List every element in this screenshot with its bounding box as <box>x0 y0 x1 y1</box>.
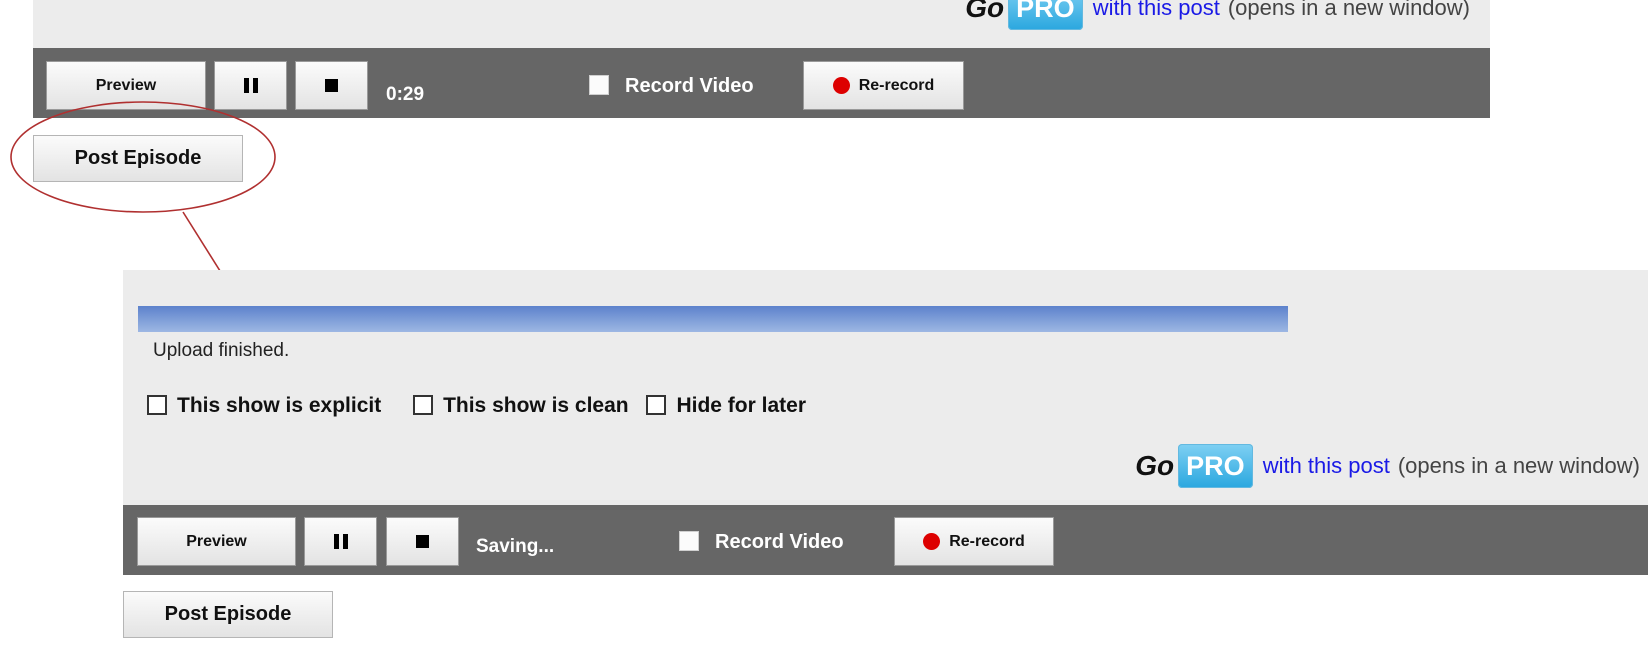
go-logo-text: Go <box>965 0 1005 23</box>
pause-icon <box>333 534 348 549</box>
preview-button[interactable]: Preview <box>46 61 206 110</box>
record-video-label: Record Video <box>625 75 754 97</box>
rerecord-button[interactable]: Re-record <box>894 517 1054 566</box>
gopro-link[interactable]: with this post <box>1093 0 1220 21</box>
option-label: Hide for later <box>676 394 806 417</box>
checkbox-icon[interactable] <box>646 395 667 415</box>
upload-progress-fill <box>138 306 1288 332</box>
upload-status: Upload finished. <box>153 340 290 361</box>
gopro-link[interactable]: with this post <box>1263 453 1390 479</box>
post-episode-button[interactable]: Post Episode <box>123 591 333 638</box>
option-label: This show is clean <box>443 394 629 417</box>
option-clean[interactable]: This show is clean <box>413 394 629 417</box>
pause-button[interactable] <box>304 517 377 566</box>
post-episode-button[interactable]: Post Episode <box>33 135 243 182</box>
option-hide-for-later[interactable]: Hide for later <box>646 394 806 417</box>
rerecord-label: Re-record <box>949 532 1025 550</box>
go-logo-text: Go <box>1135 450 1175 481</box>
record-dot-icon <box>832 77 850 94</box>
recording-timer: 0:29 <box>386 84 425 105</box>
stop-button[interactable] <box>386 517 459 566</box>
gopro-note: (opens in a new window) <box>1397 453 1640 478</box>
gopro-banner: Go PRO with this post (opens in a new wi… <box>1135 444 1640 488</box>
record-video-checkbox[interactable] <box>589 75 609 95</box>
top-gopro-banner: Go PRO with this post (opens in a new wi… <box>965 0 1470 30</box>
checkbox-icon[interactable] <box>413 395 434 415</box>
episode-options: This show is explicit This show is clean… <box>147 394 806 418</box>
checkbox-icon[interactable] <box>147 395 167 415</box>
pause-button[interactable] <box>214 61 287 110</box>
pro-badge[interactable]: PRO <box>1178 444 1253 488</box>
rerecord-button[interactable]: Re-record <box>803 61 964 110</box>
record-dot-icon <box>923 533 941 550</box>
stop-icon <box>325 79 338 92</box>
record-video-checkbox[interactable] <box>679 531 699 551</box>
stop-button[interactable] <box>295 61 368 110</box>
pro-badge[interactable]: PRO <box>1008 0 1083 30</box>
pause-icon <box>243 78 258 93</box>
rerecord-label: Re-record <box>858 76 935 94</box>
gopro-note: (opens in a new window) <box>1227 0 1470 20</box>
saving-status: Saving... <box>476 536 555 557</box>
record-video-label: Record Video <box>715 531 844 553</box>
upload-progress-bar <box>138 306 1288 332</box>
stop-icon <box>416 535 429 548</box>
option-label: This show is explicit <box>177 394 382 417</box>
preview-button[interactable]: Preview <box>137 517 296 566</box>
option-explicit[interactable]: This show is explicit <box>147 394 381 417</box>
